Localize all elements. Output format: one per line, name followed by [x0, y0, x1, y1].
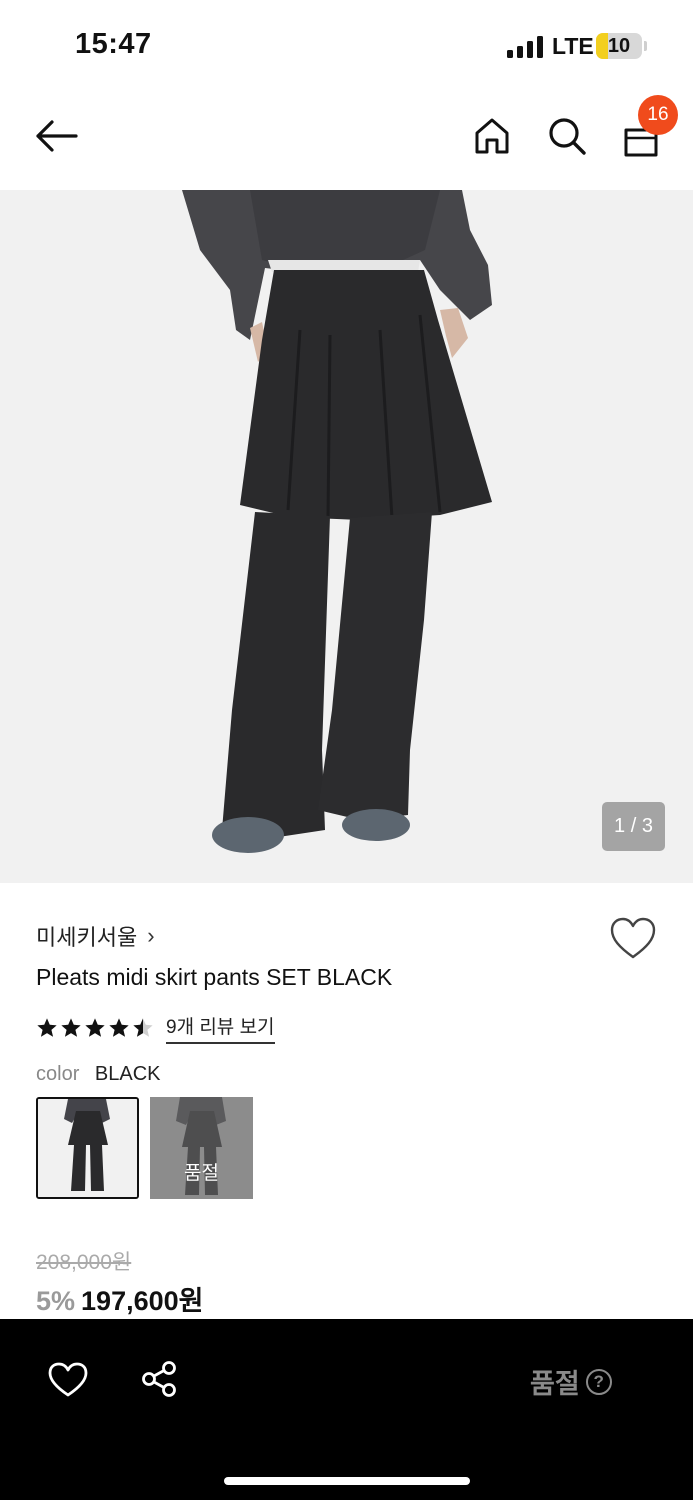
color-swatch-selected[interactable] [36, 1097, 139, 1199]
share-icon [142, 1361, 176, 1397]
sale-price: 197,600원 [81, 1286, 204, 1316]
star-icon [85, 1018, 105, 1037]
wishlist-button[interactable] [609, 917, 657, 961]
product-image[interactable] [0, 190, 693, 883]
soldout-overlay: 품절 [150, 1097, 253, 1199]
help-circle-icon[interactable]: ? [585, 1368, 612, 1395]
original-price: 208,000원 [36, 1251, 132, 1274]
status-bar: 15:47 LTE 10 [0, 0, 693, 90]
home-indicator [224, 1477, 470, 1485]
status-time: 15:47 [75, 28, 152, 60]
search-button[interactable] [543, 112, 591, 160]
battery-icon: 10 [596, 33, 642, 59]
product-title: Pleats midi skirt pants SET BLACK [36, 964, 393, 990]
star-icon [109, 1018, 129, 1037]
bottom-action-bar [0, 1319, 693, 1500]
color-value: BLACK [94, 1063, 161, 1085]
star-icon [133, 1018, 153, 1037]
star-icon [61, 1018, 81, 1037]
color-swatch-soldout[interactable]: 품절 [150, 1097, 253, 1199]
arrow-left-icon [36, 120, 78, 152]
home-icon [475, 118, 509, 154]
rating-stars [36, 1017, 154, 1039]
discount-rate: 5% [36, 1286, 76, 1316]
star-icon [37, 1018, 57, 1037]
home-button[interactable] [468, 112, 516, 160]
color-label: color [36, 1063, 80, 1085]
cart-count-badge: 16 [638, 95, 678, 135]
signal-icon [507, 36, 543, 58]
heart-outline-icon [610, 917, 656, 959]
swatch-thumbnail [38, 1099, 137, 1197]
rating-row: 9개 리뷰 보기 [36, 1012, 275, 1044]
brand-name: 미세키서울 [36, 925, 138, 950]
battery-level: 10 [607, 35, 631, 57]
battery-nub [644, 41, 647, 51]
color-row: color BLACK [36, 1063, 161, 1086]
heart-outline-icon [48, 1362, 88, 1397]
product-photo [0, 190, 693, 883]
back-button[interactable] [32, 112, 80, 160]
soldout-label: 품절 [530, 1369, 580, 1399]
network-label: LTE [552, 33, 594, 59]
bottom-wishlist-button[interactable] [46, 1360, 90, 1400]
brand-link[interactable]: 미세키서울 › [36, 920, 155, 952]
image-counter: 1 / 3 [602, 802, 665, 851]
chevron-right-icon: › [147, 923, 155, 948]
review-link[interactable]: 9개 리뷰 보기 [166, 1012, 275, 1044]
price-row: 5% 197,600원 [36, 1279, 203, 1318]
top-nav [0, 90, 693, 190]
share-button[interactable] [138, 1358, 180, 1400]
soldout-status: 품절 ? [530, 1362, 612, 1401]
search-icon [549, 118, 586, 155]
